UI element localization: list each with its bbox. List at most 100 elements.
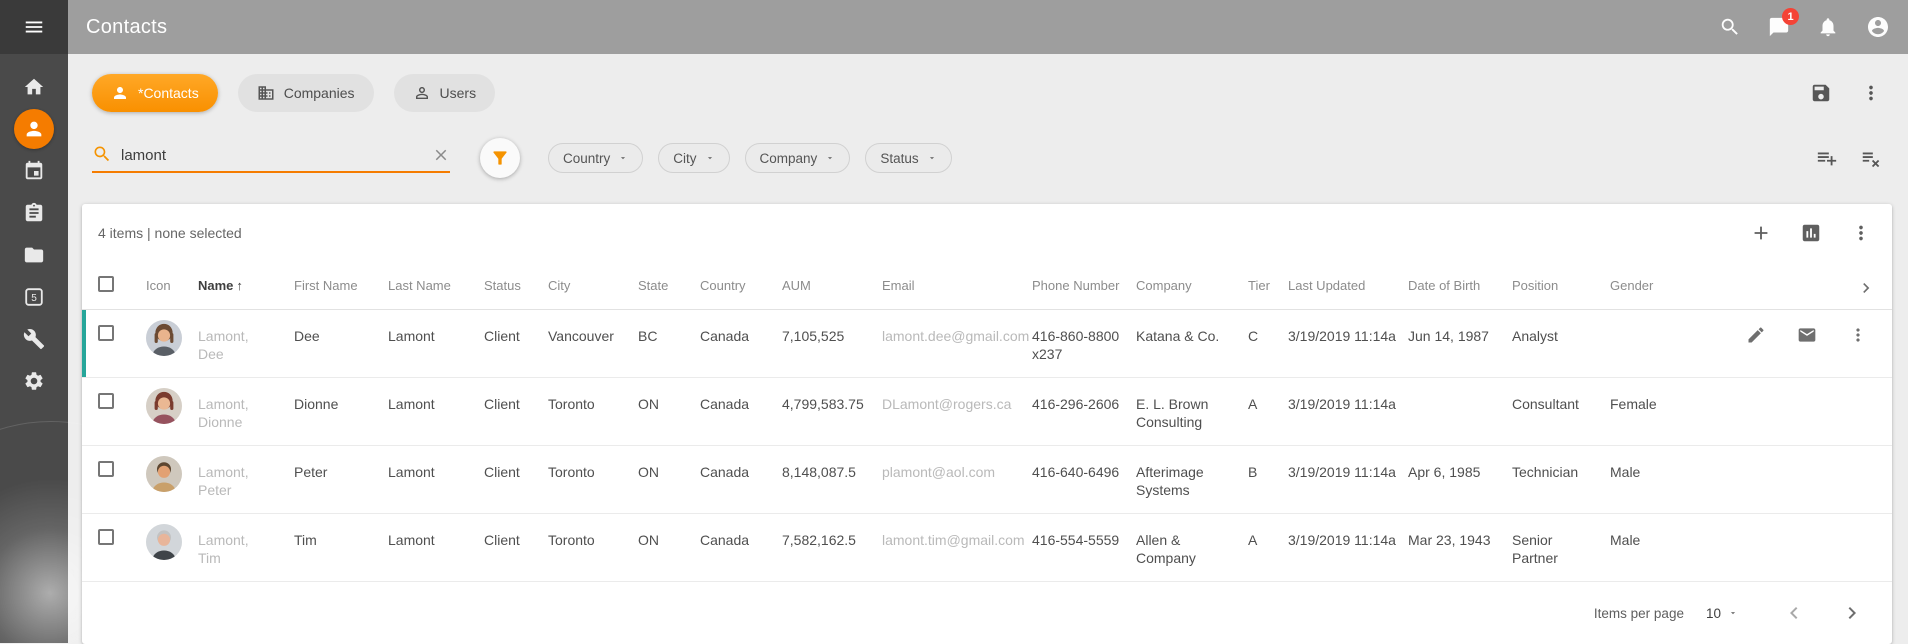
row-checkbox[interactable] — [98, 461, 114, 477]
columns-scroll-right-icon[interactable] — [1856, 262, 1876, 298]
more-vert-icon[interactable] — [1860, 82, 1882, 104]
tab-contacts-label: *Contacts — [138, 85, 199, 101]
filter-chips: Country City Company Status — [548, 143, 952, 173]
messages-icon[interactable]: 1 — [1768, 16, 1790, 38]
sidebar: 5 — [0, 54, 68, 643]
building-icon — [257, 84, 275, 102]
cell-company: Katana & Co. — [1136, 310, 1240, 345]
col-icon[interactable]: Icon — [146, 262, 198, 293]
card-actions — [1750, 222, 1872, 244]
row-checkbox[interactable] — [98, 393, 114, 409]
cell-email: lamont.dee@gmail.com — [882, 310, 1032, 345]
more-vert-icon[interactable] — [1848, 325, 1868, 345]
chart-icon[interactable] — [1800, 222, 1822, 244]
page-size-select[interactable]: 10 — [1706, 606, 1738, 621]
table-row[interactable]: Lamont, Dionne Dionne Lamont Client Toro… — [82, 378, 1892, 446]
col-city[interactable]: City — [548, 262, 638, 293]
clear-search-icon[interactable] — [432, 146, 450, 164]
col-email[interactable]: Email — [882, 262, 1032, 293]
col-dob[interactable]: Date of Birth — [1408, 262, 1512, 293]
cell-email: DLamont@rogers.ca — [882, 378, 1032, 413]
sidebar-item-home[interactable] — [0, 66, 68, 108]
bell-icon[interactable] — [1817, 16, 1839, 38]
row-checkbox[interactable] — [98, 325, 114, 341]
page-title: Contacts — [86, 16, 167, 39]
tab-companies[interactable]: Companies — [238, 74, 374, 112]
tab-users[interactable]: Users — [394, 74, 496, 112]
cell-city: Vancouver — [548, 310, 638, 345]
edit-icon[interactable] — [1746, 325, 1766, 345]
col-company[interactable]: Company — [1136, 262, 1248, 293]
col-last-name[interactable]: Last Name — [388, 262, 484, 293]
add-contact-icon[interactable] — [1750, 222, 1772, 244]
contact-avatar — [146, 388, 182, 424]
col-country[interactable]: Country — [700, 262, 782, 293]
menu-button[interactable] — [0, 0, 68, 54]
wrench-icon — [23, 328, 45, 350]
col-name[interactable]: Name↑ — [198, 262, 294, 293]
cell-status: Client — [484, 514, 548, 549]
avatar-cell — [146, 310, 198, 360]
col-gender[interactable]: Gender — [1610, 262, 1682, 293]
more-vert-icon[interactable] — [1850, 222, 1872, 244]
cell-name: Lamont, Peter — [198, 446, 268, 499]
filter-country[interactable]: Country — [548, 143, 643, 173]
cell-company: E. L. Brown Consulting — [1136, 378, 1240, 431]
row-checkbox-cell — [98, 378, 146, 413]
email-icon[interactable] — [1797, 325, 1817, 345]
search-input[interactable] — [121, 147, 423, 164]
cell-state: BC — [638, 310, 700, 345]
cell-position: Consultant — [1512, 378, 1610, 413]
cell-name: Lamont, Tim — [198, 514, 268, 567]
col-state[interactable]: State — [638, 262, 700, 293]
sidebar-item-settings[interactable] — [0, 360, 68, 402]
col-tier[interactable]: Tier — [1248, 262, 1288, 293]
cell-last-name: Lamont — [388, 446, 484, 481]
filter-status[interactable]: Status — [865, 143, 951, 173]
tab-contacts[interactable]: *Contacts — [92, 74, 218, 112]
filter-button[interactable] — [480, 138, 520, 178]
sidebar-item-tools[interactable] — [0, 318, 68, 360]
cell-status: Client — [484, 310, 548, 345]
table-row[interactable]: Lamont, Tim Tim Lamont Client Toronto ON… — [82, 514, 1892, 582]
col-last-updated[interactable]: Last Updated — [1288, 262, 1408, 293]
search-icon[interactable] — [1719, 16, 1741, 38]
filter-company-label: Company — [760, 151, 818, 166]
table-row[interactable]: Lamont, Dee Dee Lamont Client Vancouver … — [82, 310, 1892, 378]
account-icon[interactable] — [1866, 15, 1890, 39]
col-first-name[interactable]: First Name — [294, 262, 388, 293]
avatar-cell — [146, 378, 198, 428]
save-view-icon[interactable] — [1810, 82, 1832, 104]
filter-company[interactable]: Company — [745, 143, 851, 173]
cell-last-updated: 3/19/2019 11:14a — [1288, 310, 1408, 345]
filter-city[interactable]: City — [658, 143, 729, 173]
cell-position: Technician — [1512, 446, 1610, 481]
sidebar-item-contacts[interactable] — [0, 108, 68, 150]
tab-users-label: Users — [440, 85, 477, 101]
col-phone[interactable]: Phone Number — [1032, 262, 1136, 293]
select-all-checkbox[interactable] — [98, 276, 114, 292]
table-row[interactable]: Lamont, Peter Peter Lamont Client Toront… — [82, 446, 1892, 514]
sidebar-item-tasks[interactable] — [0, 192, 68, 234]
next-page-icon[interactable] — [1840, 601, 1864, 625]
row-checkbox[interactable] — [98, 529, 114, 545]
col-position[interactable]: Position — [1512, 262, 1610, 293]
playlist-add-icon[interactable] — [1816, 147, 1838, 169]
cell-city: Toronto — [548, 514, 638, 549]
sidebar-item-files[interactable] — [0, 234, 68, 276]
playlist-remove-icon[interactable] — [1860, 147, 1882, 169]
sidebar-item-five[interactable]: 5 — [0, 276, 68, 318]
cell-gender: Male — [1610, 446, 1682, 481]
col-status[interactable]: Status — [484, 262, 548, 293]
filter-city-label: City — [673, 151, 696, 166]
chevron-down-icon — [618, 153, 628, 163]
previous-page-icon[interactable] — [1782, 601, 1806, 625]
sidebar-item-calendar[interactable] — [0, 150, 68, 192]
col-aum[interactable]: AUM — [782, 262, 882, 293]
cell-aum: 7,105,525 — [782, 310, 882, 345]
cell-last-name: Lamont — [388, 378, 484, 413]
cell-first-name: Dionne — [294, 378, 388, 413]
cell-name: Lamont, Dionne — [198, 378, 268, 431]
avatar-cell — [146, 446, 198, 496]
person-icon — [23, 118, 45, 140]
